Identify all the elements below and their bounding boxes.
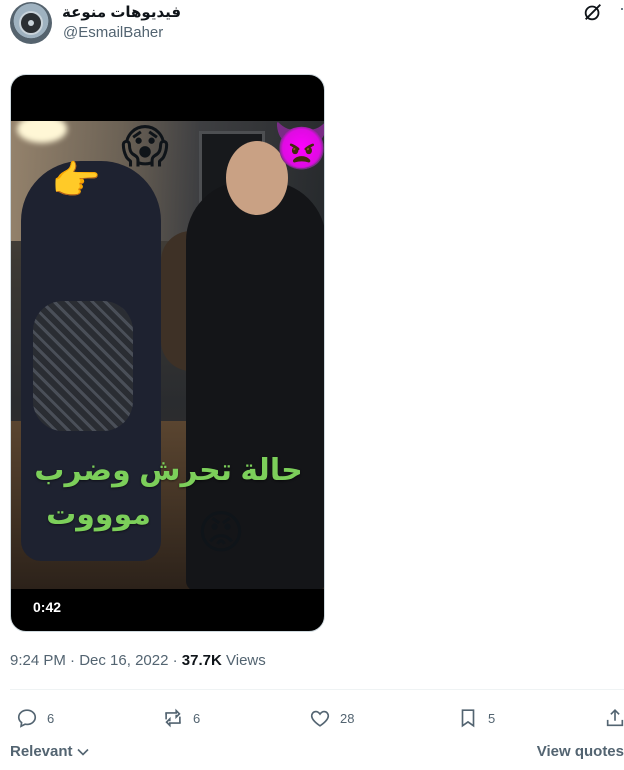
like-count: 28: [340, 710, 355, 726]
avatar[interactable]: [10, 2, 52, 44]
bookmark-icon: [461, 709, 475, 728]
divider: [10, 689, 624, 690]
tweet-header: فيديوهات منوعة @EsmailBaher ···: [10, 0, 624, 52]
tweet-meta: 9:24 PM · Dec 16, 2022 · 37.7K Views: [10, 652, 266, 669]
heart-icon: [310, 710, 330, 727]
video-frame[interactable]: 👉 😱 👿 😡 حالة تحرش وضرب موووت: [11, 121, 325, 589]
like-button[interactable]: 28: [309, 705, 354, 731]
tweet-date[interactable]: Dec 16, 2022: [79, 652, 168, 669]
film-reel-icon: [19, 11, 43, 35]
sort-label: Relevant: [10, 743, 73, 760]
grok-icon[interactable]: [582, 1, 604, 23]
tweet-time[interactable]: 9:24 PM: [10, 652, 66, 669]
bookmark-count: 5: [488, 710, 496, 726]
view-quotes-link[interactable]: View quotes: [537, 743, 624, 760]
meta-separator: ·: [172, 652, 178, 669]
pointing-emoji: 👉: [51, 159, 101, 203]
views-count: 37.7K: [181, 652, 222, 669]
display-name[interactable]: فيديوهات منوعة: [62, 3, 181, 21]
overlay-caption-line2: موووت: [46, 498, 151, 531]
sort-dropdown[interactable]: Relevant: [10, 743, 89, 760]
share-icon: [606, 709, 624, 727]
repost-icon: [165, 708, 181, 728]
repost-button[interactable]: 6: [162, 705, 200, 731]
handle[interactable]: @EsmailBaher: [63, 24, 163, 41]
chevron-down-icon: [77, 748, 89, 756]
replies-toolbar: Relevant View quotes: [10, 741, 624, 765]
devil-emoji: 👿: [273, 121, 325, 172]
video-player[interactable]: 👉 😱 👿 😡 حالة تحرش وضرب موووت 0:42: [10, 74, 325, 632]
views-label: Views: [226, 652, 266, 669]
reply-icon: [17, 709, 37, 728]
video-duration: 0:42: [33, 599, 62, 615]
scream-emoji: 😱: [121, 121, 169, 172]
repost-count: 6: [193, 710, 201, 726]
backpack: [33, 301, 133, 431]
overlay-caption-line1: حالة تحرش وضرب: [34, 454, 303, 487]
action-bar: 6 6 28 5: [10, 705, 624, 731]
reply-button[interactable]: 6: [16, 705, 54, 731]
meta-separator: ·: [70, 652, 76, 669]
bookmark-button[interactable]: 5: [457, 705, 495, 731]
share-button[interactable]: [604, 705, 624, 731]
reply-count: 6: [47, 710, 55, 726]
more-icon[interactable]: ···: [619, 0, 624, 19]
